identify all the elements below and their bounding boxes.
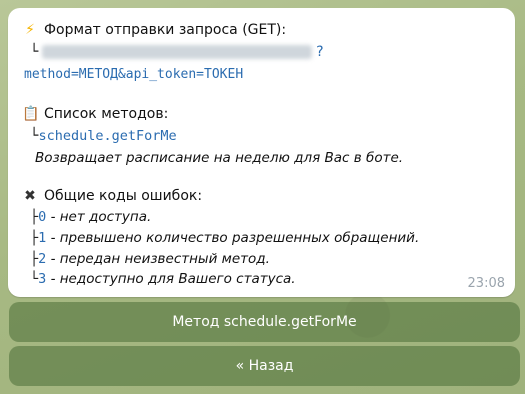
errors-title: Общие коды ошибок: — [44, 188, 203, 204]
message-bubble: ⚡ Формат отправки запроса (GET): └? metho… — [8, 8, 515, 297]
format-url-suffix: ? — [315, 44, 324, 60]
format-title: Формат отправки запроса (GET): — [44, 22, 287, 38]
methods-heading: 📋 Список методов: — [22, 106, 168, 122]
method-line: └schedule.getForMe — [30, 128, 177, 144]
back-button[interactable]: « Назад — [9, 346, 520, 386]
format-query: method=МЕТОД&api_token=ТОКЕН — [24, 67, 244, 82]
error-row-1: ├1 - превышено количество разрешенных об… — [30, 230, 419, 246]
hidden-url — [42, 45, 313, 59]
tree-connector: ├ — [30, 209, 39, 225]
tree-connector: └ — [30, 271, 39, 287]
method-button[interactable]: Метод schedule.getForMe — [9, 302, 520, 342]
cross-icon: ✖ — [24, 188, 36, 204]
error-description: - передан неизвестный метод. — [46, 251, 270, 267]
error-description: - недоступно для Вашего статуса. — [46, 271, 296, 287]
tree-connector: └ — [30, 44, 39, 60]
method-name[interactable]: schedule.getForMe — [38, 128, 176, 144]
errors-heading: ✖ Общие коды ошибок: — [22, 188, 202, 204]
error-row-0: ├0 - нет доступа. — [30, 209, 151, 225]
clipboard-icon: 📋 — [22, 106, 40, 122]
error-row-3: └3 - недоступно для Вашего статуса. — [30, 271, 296, 287]
tree-connector: ├ — [30, 251, 39, 267]
tree-connector: ├ — [30, 230, 39, 246]
lightning-icon: ⚡ — [25, 22, 35, 38]
error-row-2: ├2 - передан неизвестный метод. — [30, 251, 270, 267]
message-time: 23:08 — [467, 276, 505, 291]
error-description: - нет доступа. — [46, 209, 152, 225]
methods-title: Список методов: — [44, 106, 169, 122]
error-description: - превышено количество разрешенных обращ… — [46, 230, 420, 246]
format-heading: ⚡ Формат отправки запроса (GET): — [22, 22, 286, 38]
method-description: Возвращает расписание на неделю для Вас … — [35, 150, 404, 166]
format-url-line: └? — [30, 44, 324, 60]
